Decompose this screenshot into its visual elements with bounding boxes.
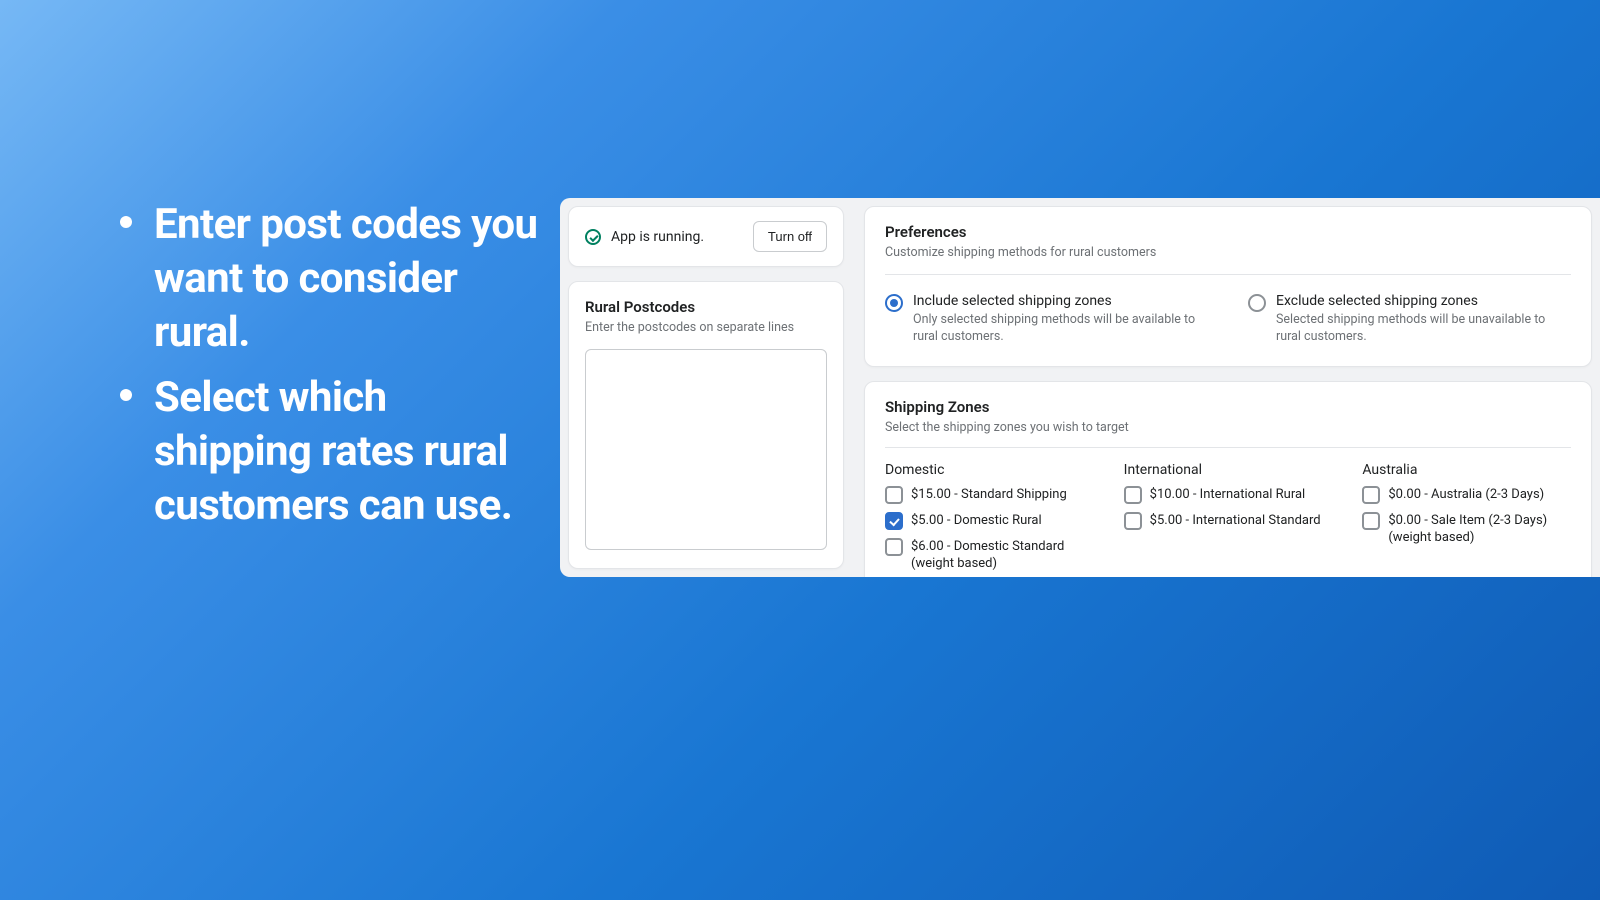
pref-option-exclude[interactable]: Exclude selected shipping zones Selected…: [1248, 293, 1571, 346]
pref-option-label: Include selected shipping zones: [913, 293, 1208, 309]
check-circle-icon: [585, 229, 601, 245]
promo-bullets: Enter post codes you want to consider ru…: [110, 198, 550, 545]
zone-option[interactable]: $5.00 - International Standard: [1124, 512, 1333, 530]
zone-option-label: $0.00 - Australia (2-3 Days): [1388, 486, 1544, 504]
checkbox-icon[interactable]: [885, 512, 903, 530]
zone-option-label: $0.00 - Sale Item (2-3 Days) (weight bas…: [1388, 512, 1571, 547]
preferences-subtitle: Customize shipping methods for rural cus…: [885, 245, 1571, 260]
checkbox-icon[interactable]: [1124, 512, 1142, 530]
promo-bullet: Select which shipping rates rural custom…: [110, 371, 550, 532]
zone-column-title: Domestic: [885, 462, 1094, 478]
pref-option-desc: Only selected shipping methods will be a…: [913, 312, 1208, 346]
zone-option[interactable]: $6.00 - Domestic Standard (weight based): [885, 538, 1094, 573]
pref-option-label: Exclude selected shipping zones: [1276, 293, 1571, 309]
app-panel: App is running. Turn off Rural Postcodes…: [560, 198, 1600, 577]
zone-option[interactable]: $10.00 - International Rural: [1124, 486, 1333, 504]
zone-column-title: Australia: [1362, 462, 1571, 478]
zone-option-label: $15.00 - Standard Shipping: [911, 486, 1067, 504]
zone-option-label: $6.00 - Domestic Standard (weight based): [911, 538, 1094, 573]
zone-column-title: International: [1124, 462, 1333, 478]
zone-columns: Domestic $15.00 - Standard Shipping $5.00 …: [885, 462, 1571, 577]
zone-option-label: $10.00 - International Rural: [1150, 486, 1306, 504]
status-card: App is running. Turn off: [568, 206, 844, 267]
zone-column: Domestic $15.00 - Standard Shipping $5.00 …: [885, 462, 1094, 577]
checkbox-icon[interactable]: [1362, 486, 1380, 504]
zone-option[interactable]: $0.00 - Sale Item (2-3 Days) (weight bas…: [1362, 512, 1571, 547]
zone-option-label: $5.00 - International Standard: [1150, 512, 1321, 530]
preferences-options: Include selected shipping zones Only sel…: [885, 293, 1571, 346]
zones-title: Shipping Zones: [885, 398, 1571, 416]
checkbox-icon[interactable]: [1124, 486, 1142, 504]
promo-bullet: Enter post codes you want to consider ru…: [110, 198, 550, 359]
shipping-zones-card: Shipping Zones Select the shipping zones…: [864, 381, 1592, 577]
postcodes-title: Rural Postcodes: [585, 298, 827, 316]
pref-option-include[interactable]: Include selected shipping zones Only sel…: [885, 293, 1208, 346]
preferences-title: Preferences: [885, 223, 1571, 241]
checkbox-icon[interactable]: [885, 538, 903, 556]
radio-icon[interactable]: [885, 294, 903, 312]
postcodes-input[interactable]: [585, 349, 827, 550]
status-text: App is running.: [611, 229, 704, 245]
zone-column: International $10.00 - International Rura…: [1124, 462, 1333, 577]
postcodes-card: Rural Postcodes Enter the postcodes on s…: [568, 281, 844, 569]
zone-column: Australia $0.00 - Australia (2-3 Days) $0.…: [1362, 462, 1571, 577]
zones-subtitle: Select the shipping zones you wish to ta…: [885, 420, 1571, 435]
pref-option-desc: Selected shipping methods will be unavai…: [1276, 312, 1571, 346]
zone-option[interactable]: $0.00 - Australia (2-3 Days): [1362, 486, 1571, 504]
postcodes-subtitle: Enter the postcodes on separate lines: [585, 320, 827, 335]
checkbox-icon[interactable]: [885, 486, 903, 504]
checkbox-icon[interactable]: [1362, 512, 1380, 530]
zone-option-label: $5.00 - Domestic Rural: [911, 512, 1042, 530]
radio-icon[interactable]: [1248, 294, 1266, 312]
zone-option[interactable]: $5.00 - Domestic Rural: [885, 512, 1094, 530]
zone-option[interactable]: $15.00 - Standard Shipping: [885, 486, 1094, 504]
turn-off-button[interactable]: Turn off: [753, 221, 827, 252]
preferences-card: Preferences Customize shipping methods f…: [864, 206, 1592, 367]
